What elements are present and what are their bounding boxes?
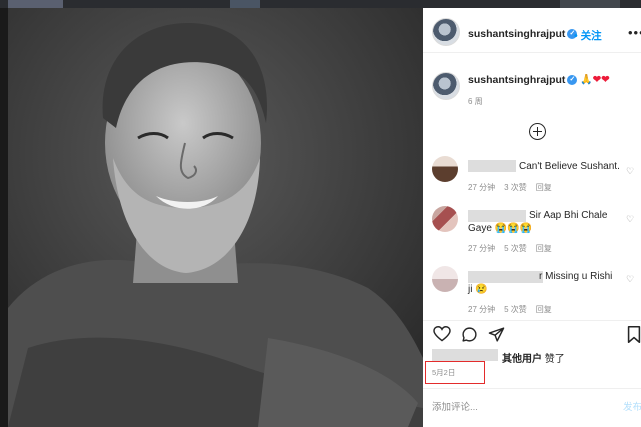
heart-icon[interactable] bbox=[433, 326, 451, 342]
comment-text: Sir Aap Bhi Chale bbox=[529, 210, 608, 221]
portrait-image bbox=[8, 8, 423, 427]
caption-emojis: 🙏❤❤ bbox=[580, 74, 610, 86]
follow-button[interactable]: • 关注 bbox=[574, 28, 602, 43]
comment-time: 27 分钟 bbox=[468, 305, 496, 314]
comment-time: 27 分钟 bbox=[468, 183, 496, 192]
actions-divider bbox=[423, 320, 641, 321]
comment-avatar[interactable] bbox=[432, 206, 458, 232]
comment-reply-button[interactable]: 回复 bbox=[536, 244, 552, 253]
comment-likes[interactable]: 3 次赞 bbox=[504, 183, 527, 192]
likes-verb: 赞了 bbox=[544, 354, 565, 365]
likes-summary: 其他用户 赞了 bbox=[502, 350, 565, 365]
blurred-username bbox=[468, 160, 516, 172]
caption-username[interactable]: sushantsinghrajput ✓ 🙏❤❤ bbox=[468, 74, 610, 86]
caption-username-text: sushantsinghrajput bbox=[468, 74, 566, 86]
header-divider bbox=[423, 52, 641, 53]
comment-text-line2: Gaye 😭😭😭 bbox=[468, 223, 533, 234]
caption-avatar[interactable] bbox=[432, 72, 460, 100]
input-divider bbox=[423, 388, 641, 389]
blurred-liker-name bbox=[432, 349, 498, 361]
comment-time: 27 分钟 bbox=[468, 244, 496, 253]
comment-meta: 27 分钟 3 次赞 回复 bbox=[468, 182, 561, 193]
author-avatar[interactable] bbox=[432, 18, 460, 46]
background-thumbnail bbox=[230, 0, 260, 8]
comment-avatar[interactable] bbox=[432, 156, 458, 182]
caption-time: 6 周 bbox=[468, 97, 483, 106]
post-side-panel: sushantsinghrajput✓ • 关注 ••• sushantsing… bbox=[423, 8, 641, 427]
add-comment-input[interactable]: 添加评论... bbox=[432, 399, 478, 413]
background-strip bbox=[0, 0, 641, 8]
verified-badge-icon: ✓ bbox=[567, 75, 578, 86]
blurred-username bbox=[468, 210, 526, 222]
comment-avatar[interactable] bbox=[432, 266, 458, 292]
comment-text: Can't Believe Sushant. bbox=[519, 161, 620, 172]
comment-text-line2: ji 😢 bbox=[468, 284, 488, 295]
more-options-icon[interactable]: ••• bbox=[628, 25, 641, 40]
background-thumbnail bbox=[8, 0, 63, 8]
bookmark-icon[interactable] bbox=[627, 326, 641, 343]
author-username[interactable]: sushantsinghrajput ✓ bbox=[468, 28, 578, 40]
post-date: 5月2日 bbox=[432, 368, 456, 377]
comment-like-icon[interactable]: ♡ bbox=[626, 214, 634, 225]
comment-like-icon[interactable]: ♡ bbox=[626, 274, 634, 285]
comment-like-icon[interactable]: ♡ bbox=[626, 166, 634, 177]
blurred-username bbox=[468, 271, 543, 283]
comment-reply-button[interactable]: 回复 bbox=[536, 183, 552, 192]
plus-circle-icon[interactable] bbox=[529, 123, 546, 140]
comment-meta: 27 分钟 5 次赞 回复 bbox=[468, 304, 561, 315]
likes-others-link[interactable]: 其他用户 bbox=[502, 354, 542, 365]
background-thumbnail bbox=[560, 0, 620, 8]
comment-text: r Missing u Rishi bbox=[539, 271, 613, 282]
comment-icon[interactable] bbox=[461, 326, 478, 343]
comment-meta: 27 分钟 5 次赞 回复 bbox=[468, 243, 561, 254]
post-comment-button[interactable]: 发布 bbox=[623, 399, 641, 413]
author-username-text: sushantsinghrajput bbox=[468, 28, 566, 40]
post-photo[interactable] bbox=[8, 8, 423, 427]
comment-reply-button[interactable]: 回复 bbox=[536, 305, 552, 314]
comment-likes[interactable]: 5 次赞 bbox=[504, 305, 527, 314]
comment-likes[interactable]: 5 次赞 bbox=[504, 244, 527, 253]
share-icon[interactable] bbox=[488, 326, 505, 343]
